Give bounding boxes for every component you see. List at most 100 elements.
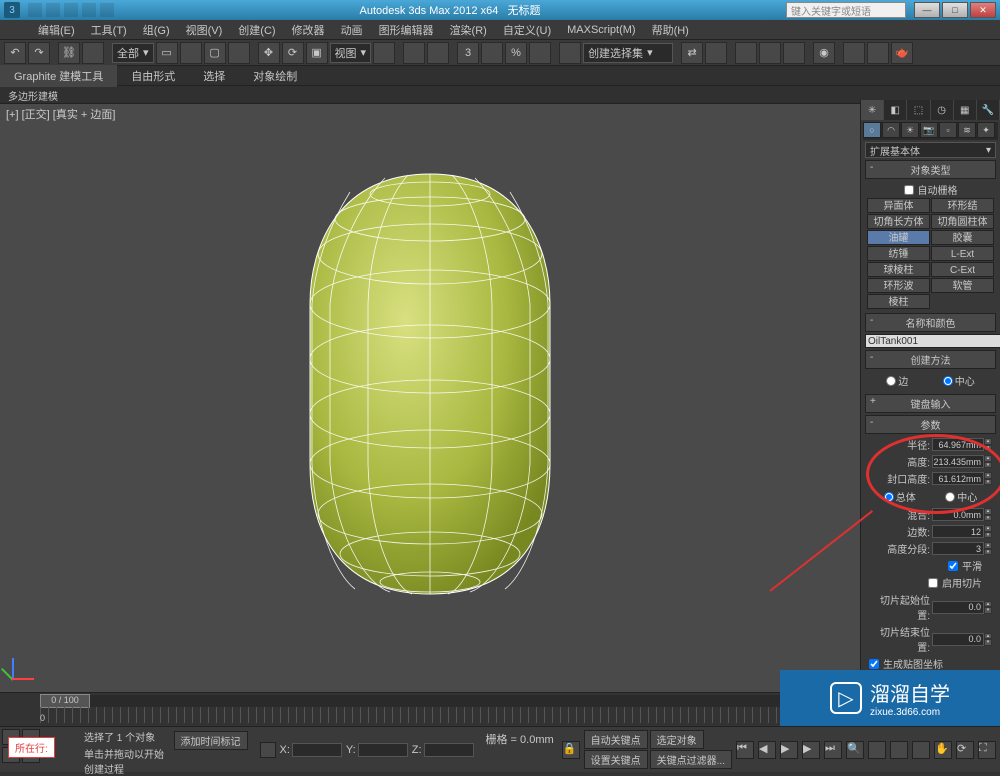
y-input[interactable] — [358, 743, 408, 757]
percent-snap-icon[interactable]: % — [505, 42, 527, 64]
capsule-button[interactable]: 胶囊 — [931, 230, 994, 245]
rollout-header[interactable]: -名称和颜色 — [865, 313, 996, 332]
torusknot-button[interactable]: 环形结 — [931, 198, 994, 213]
menu-maxscript[interactable]: MAXScript(M) — [559, 22, 643, 38]
help-search-input[interactable]: 键入关键字或短语 — [786, 2, 906, 18]
spinner-down-icon[interactable]: ▾ — [984, 445, 992, 452]
named-selection-dropdown[interactable]: 创建选择集▾ — [583, 43, 673, 63]
display-tab-icon[interactable]: ▦ — [954, 100, 977, 120]
chamfercyl-button[interactable]: 切角圆柱体 — [931, 214, 994, 229]
hedra-button[interactable]: 异面体 — [867, 198, 930, 213]
lights-icon[interactable]: ☀ — [901, 122, 919, 138]
slice-to-spinner[interactable] — [932, 633, 984, 646]
link-icon[interactable]: ⛓ — [58, 42, 80, 64]
z-input[interactable] — [424, 743, 474, 757]
spinner-down-icon[interactable]: ▾ — [984, 607, 992, 614]
menu-modifiers[interactable]: 修改器 — [284, 20, 333, 40]
keyboard-shortcut-icon[interactable] — [427, 42, 449, 64]
geometry-icon[interactable]: ○ — [863, 122, 881, 138]
method-edge-radio[interactable]: 边 — [886, 373, 908, 388]
set-key-button[interactable]: 设置关键点 — [584, 750, 648, 769]
viewport-menu-plus[interactable]: [+] — [6, 109, 19, 121]
selected-dropdown[interactable]: 选定对象 — [650, 730, 704, 749]
hose-button[interactable]: 软管 — [931, 278, 994, 293]
selection-lock-icon[interactable]: 🔒 — [562, 741, 580, 759]
zoom-all-icon[interactable] — [868, 741, 886, 759]
add-time-tag-button[interactable]: 添加时间标记 — [174, 731, 248, 750]
prism-button[interactable]: 棱柱 — [867, 294, 930, 309]
slice-from-spinner[interactable] — [932, 601, 984, 614]
menu-views[interactable]: 视图(V) — [178, 20, 231, 40]
cext-button[interactable]: C-Ext — [931, 262, 994, 277]
snap-toggle-icon[interactable]: 3 — [457, 42, 479, 64]
render-production-icon[interactable]: 🫖 — [891, 42, 913, 64]
qat-new-icon[interactable] — [28, 3, 42, 17]
time-slider-thumb[interactable]: 0 / 100 — [40, 694, 90, 708]
hierarchy-tab-icon[interactable]: ⬚ — [907, 100, 930, 120]
ribbon-panel-label[interactable]: 多边形建模 — [0, 86, 1000, 104]
rollout-header[interactable]: -对象类型 — [865, 160, 996, 179]
redo-icon[interactable]: ↷ — [28, 42, 50, 64]
sides-spinner[interactable] — [932, 525, 984, 538]
orbit-icon[interactable]: ⟳ — [956, 741, 974, 759]
material-editor-icon[interactable]: ◉ — [813, 42, 835, 64]
object-name-input[interactable] — [865, 334, 1000, 348]
use-center-icon[interactable] — [373, 42, 395, 64]
schematic-view-icon[interactable] — [783, 42, 805, 64]
rollout-header[interactable]: +键盘输入 — [865, 394, 996, 413]
menu-animation[interactable]: 动画 — [333, 20, 371, 40]
gengon-button[interactable]: 球棱柱 — [867, 262, 930, 277]
rotate-icon[interactable]: ⟳ — [282, 42, 304, 64]
named-sel-edit-icon[interactable] — [559, 42, 581, 64]
align-icon[interactable] — [705, 42, 727, 64]
maximize-button[interactable]: □ — [942, 2, 968, 18]
oiltank-object[interactable] — [280, 164, 580, 604]
rollout-header[interactable]: -创建方法 — [865, 350, 996, 369]
ribbon-tab-object-paint[interactable]: 对象绘制 — [239, 65, 311, 87]
pan-icon[interactable]: ✋ — [934, 741, 952, 759]
ribbon-tab-freeform[interactable]: 自由形式 — [117, 65, 189, 87]
manipulate-icon[interactable] — [403, 42, 425, 64]
qat-redo-icon[interactable] — [100, 3, 114, 17]
qat-open-icon[interactable] — [46, 3, 60, 17]
systems-icon[interactable]: ✦ — [977, 122, 995, 138]
helpers-icon[interactable]: ▫ — [939, 122, 957, 138]
angle-snap-icon[interactable] — [481, 42, 503, 64]
minimize-button[interactable]: — — [914, 2, 940, 18]
spinner-down-icon[interactable]: ▾ — [984, 479, 992, 486]
spindle-button[interactable]: 纺锤 — [867, 246, 930, 261]
zoom-icon[interactable]: 🔍 — [846, 741, 864, 759]
curve-editor-icon[interactable] — [759, 42, 781, 64]
x-input[interactable] — [292, 743, 342, 757]
ribbon-tab-selection[interactable]: 选择 — [189, 65, 239, 87]
blend-spinner[interactable] — [932, 508, 984, 521]
menu-help[interactable]: 帮助(H) — [644, 20, 697, 40]
mirror-icon[interactable]: ⇄ — [681, 42, 703, 64]
min-max-viewport-icon[interactable]: ⛶ — [978, 741, 996, 759]
height-spinner[interactable] — [932, 455, 984, 468]
window-crossing-icon[interactable] — [228, 42, 250, 64]
menu-edit[interactable]: 编辑(E) — [30, 20, 83, 40]
gen-mapping-checkbox[interactable] — [869, 659, 879, 669]
qat-undo-icon[interactable] — [82, 3, 96, 17]
chamferbox-button[interactable]: 切角长方体 — [867, 214, 930, 229]
spinner-down-icon[interactable]: ▾ — [984, 532, 992, 539]
menu-rendering[interactable]: 渲染(R) — [442, 20, 495, 40]
cap-height-spinner[interactable] — [932, 472, 984, 485]
motion-tab-icon[interactable]: ◷ — [931, 100, 954, 120]
menu-tools[interactable]: 工具(T) — [83, 20, 135, 40]
app-logo-icon[interactable]: 3 — [4, 2, 20, 18]
menu-graph-editors[interactable]: 图形编辑器 — [371, 20, 442, 40]
goto-end-icon[interactable]: ⏭ — [824, 741, 842, 759]
create-tab-icon[interactable]: ✳ — [861, 100, 884, 120]
category-dropdown[interactable]: 扩展基本体▾ — [865, 142, 996, 158]
layers-icon[interactable] — [735, 42, 757, 64]
scale-icon[interactable]: ▣ — [306, 42, 328, 64]
cameras-icon[interactable]: 📷 — [920, 122, 938, 138]
undo-icon[interactable]: ↶ — [4, 42, 26, 64]
zoom-extents-icon[interactable] — [890, 741, 908, 759]
spacewarps-icon[interactable]: ≋ — [958, 122, 976, 138]
viewport[interactable]: [+] [正交] [真实 + 边面] — [0, 104, 860, 692]
absolute-relative-icon[interactable] — [260, 742, 276, 758]
move-icon[interactable]: ✥ — [258, 42, 280, 64]
